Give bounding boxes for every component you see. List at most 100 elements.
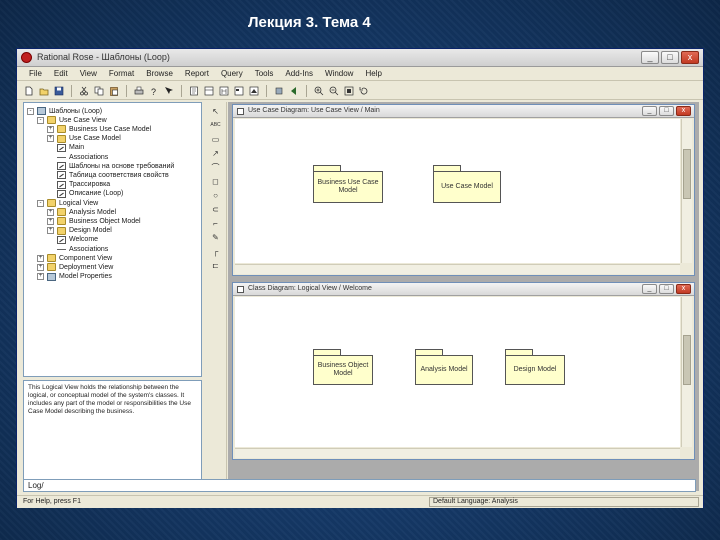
expand-icon[interactable]: +: [47, 217, 54, 225]
tree-item-label: Component View: [59, 254, 113, 262]
menu-help[interactable]: Help: [359, 67, 387, 80]
browse-component-icon[interactable]: [233, 85, 245, 97]
undo-fit-icon[interactable]: [358, 85, 370, 97]
class-diagram-window[interactable]: Class Diagram: Logical View / Welcome _ …: [232, 282, 695, 460]
tool-realize[interactable]: ┌: [210, 246, 221, 257]
scroll-thumb[interactable]: [683, 335, 691, 385]
tree-item-label: Use Case Model: [69, 135, 121, 143]
diagram-icon: [237, 286, 244, 293]
scroll-thumb[interactable]: [683, 149, 691, 199]
package-label: Business Object Model: [313, 355, 373, 385]
print-icon[interactable]: [133, 85, 145, 97]
tool-anchor[interactable]: ↗: [210, 148, 221, 159]
tool-note[interactable]: ▭: [210, 134, 221, 145]
close-button[interactable]: x: [681, 51, 699, 64]
new-icon[interactable]: [23, 85, 35, 97]
use-case-canvas[interactable]: Business Use Case Model Use Case Model: [235, 119, 680, 263]
use-case-minimize-button[interactable]: _: [642, 106, 657, 116]
open-icon[interactable]: [38, 85, 50, 97]
use-case-diagram-title-bar[interactable]: Use Case Diagram: Use Case View / Main _…: [233, 105, 694, 118]
expand-icon[interactable]: +: [37, 254, 44, 262]
tree-item-label: Logical View: [59, 199, 99, 207]
tree-item[interactable]: + Model Properties: [37, 272, 112, 282]
expand-icon[interactable]: +: [47, 208, 54, 216]
zoom-in-icon[interactable]: [313, 85, 325, 97]
collapse-icon[interactable]: -: [37, 116, 44, 124]
save-icon[interactable]: [53, 85, 65, 97]
tool-actor[interactable]: ⊂: [210, 204, 221, 215]
tool-dependency[interactable]: ⌐: [210, 218, 221, 229]
class-maximize-button[interactable]: □: [659, 284, 674, 294]
tool-selection[interactable]: ↖: [210, 106, 221, 117]
browse-class-icon[interactable]: [203, 85, 215, 97]
title-bar[interactable]: Rational Rose - Шаблоны (Loop) _ □ x: [17, 49, 703, 67]
expand-icon[interactable]: +: [37, 273, 44, 281]
view-doc-icon[interactable]: [188, 85, 200, 97]
tool-class[interactable]: ⊏: [210, 260, 221, 271]
use-case-vertical-scrollbar[interactable]: [681, 119, 692, 263]
paste-icon[interactable]: [108, 85, 120, 97]
tree-item-label: Business Use Case Model: [69, 125, 152, 133]
menu-window[interactable]: Window: [319, 67, 359, 80]
menu-format[interactable]: Format: [103, 67, 140, 80]
browse-parent-icon[interactable]: [273, 85, 285, 97]
use-case-maximize-button[interactable]: □: [659, 106, 674, 116]
diagram-icon: [57, 171, 66, 180]
tool-generalization[interactable]: ✎: [210, 232, 221, 243]
menu-view[interactable]: View: [74, 67, 103, 80]
tool-package[interactable]: ◻: [210, 176, 221, 187]
documentation-text: This Logical View holds the relationship…: [28, 384, 191, 415]
zoom-out-icon[interactable]: [328, 85, 340, 97]
class-canvas[interactable]: Business Object Model Analysis Model Des…: [235, 297, 680, 447]
model-icon: [37, 107, 46, 115]
class-diagram-title-bar[interactable]: Class Diagram: Logical View / Welcome _ …: [233, 283, 694, 296]
class-vertical-scrollbar[interactable]: [681, 297, 692, 447]
collapse-icon[interactable]: -: [27, 107, 34, 115]
class-diagram-title: Class Diagram: Logical View / Welcome: [248, 285, 372, 292]
minimize-button[interactable]: _: [641, 51, 659, 64]
expand-icon[interactable]: +: [47, 227, 54, 235]
tool-association[interactable]: ⌒: [210, 162, 221, 173]
tree-item-label: Таблица соответствия свойств: [69, 171, 169, 179]
menu-report[interactable]: Report: [179, 67, 215, 80]
folder-icon: [57, 226, 66, 235]
tool-use-case[interactable]: ○: [210, 190, 221, 201]
menu-query[interactable]: Query: [215, 67, 249, 80]
menu-edit[interactable]: Edit: [48, 67, 74, 80]
browse-deployment-icon[interactable]: [248, 85, 260, 97]
model-browser[interactable]: - Шаблоны (Loop) - Use Case View + Business U…: [23, 102, 202, 377]
folder-icon: [57, 134, 66, 143]
log-input[interactable]: Log/: [23, 479, 696, 492]
package-label: Use Case Model: [433, 171, 501, 203]
documentation-pane[interactable]: This Logical View holds the relationship…: [23, 380, 202, 491]
collapse-icon[interactable]: -: [37, 199, 44, 207]
use-case-diagram-window[interactable]: Use Case Diagram: Use Case View / Main _…: [232, 104, 695, 276]
context-help-icon[interactable]: [163, 85, 175, 97]
menu-tools[interactable]: Tools: [249, 67, 280, 80]
diagram-workspace: Use Case Diagram: Use Case View / Main _…: [228, 102, 699, 491]
menu-browse[interactable]: Browse: [140, 67, 179, 80]
tree-item-label: Main: [69, 144, 85, 152]
browse-previous-icon[interactable]: [288, 85, 300, 97]
tool-text[interactable]: ABC: [210, 120, 221, 131]
maximize-button[interactable]: □: [661, 51, 679, 64]
menu-add-ins[interactable]: Add-Ins: [279, 67, 319, 80]
class-horizontal-scrollbar[interactable]: [235, 448, 680, 458]
class-minimize-button[interactable]: _: [642, 284, 657, 294]
fit-icon[interactable]: [343, 85, 355, 97]
assoc-icon: [57, 245, 66, 253]
package-label: Design Model: [505, 355, 565, 385]
cut-icon[interactable]: [78, 85, 90, 97]
tree-item-label: Model Properties: [59, 273, 112, 281]
svg-text:?: ?: [151, 87, 156, 96]
expand-icon[interactable]: +: [47, 125, 54, 133]
class-close-button[interactable]: x: [676, 284, 691, 294]
menu-file[interactable]: File: [23, 67, 48, 80]
expand-icon[interactable]: +: [37, 263, 44, 271]
expand-icon[interactable]: +: [47, 135, 54, 143]
copy-icon[interactable]: [93, 85, 105, 97]
use-case-close-button[interactable]: x: [676, 106, 691, 116]
help-icon[interactable]: ?: [148, 85, 160, 97]
use-case-horizontal-scrollbar[interactable]: [235, 264, 680, 274]
browse-interaction-icon[interactable]: [218, 85, 230, 97]
